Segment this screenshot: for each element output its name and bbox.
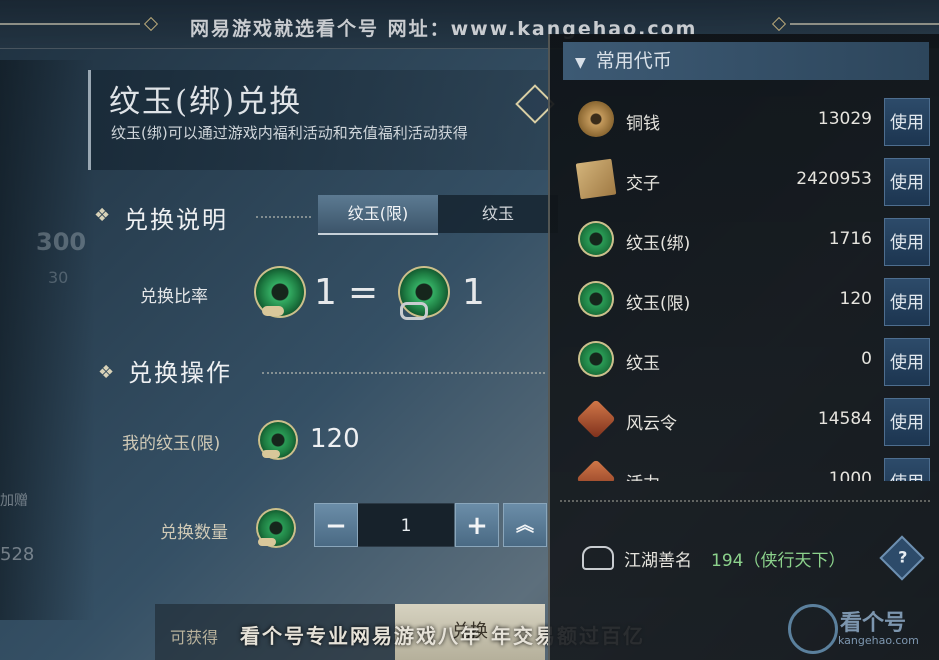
cloud-ornament-icon (258, 538, 276, 546)
background-number: 300 (36, 228, 87, 256)
use-button[interactable]: 使用 (884, 398, 930, 446)
tab-jade[interactable]: 纹玉 (438, 195, 558, 233)
ratio-equals: = (348, 272, 379, 313)
page-title: 纹玉(绑)兑换 (109, 84, 303, 120)
max-button[interactable]: ︽ (503, 503, 547, 547)
decrease-button[interactable]: − (314, 503, 358, 547)
ratio-right-value: 1 (462, 272, 485, 313)
obtainable-label: 可获得 (170, 628, 219, 647)
currency-name: 交子 (626, 174, 660, 194)
section-diamond-icon: ❖ (98, 362, 115, 383)
triangle-down-icon: ▼ (575, 55, 586, 71)
currency-name: 活力 (626, 469, 660, 481)
ratio-label: 兑换比率 (140, 287, 208, 307)
currency-value: 0 (861, 349, 872, 369)
jianghu-reputation-label: 江湖善名 (624, 551, 692, 571)
left-background-shade (0, 60, 95, 620)
banner-ornament-left (0, 23, 140, 25)
tab-limited-jade[interactable]: 纹玉(限) (318, 195, 438, 235)
watermark-eye-icon (788, 604, 838, 654)
currency-value: 120 (839, 289, 872, 309)
currency-row: 纹玉(绑) 1716 使用 (570, 213, 930, 269)
diamond-ornament-icon (143, 16, 159, 32)
use-button[interactable]: 使用 (884, 218, 930, 266)
section-diamond-icon: ❖ (94, 205, 111, 226)
currency-value: 14584 (817, 409, 872, 429)
bound-jade-icon (578, 221, 614, 257)
title-block: 纹玉(绑)兑换 纹玉(绑)可以通过游戏内福利活动和充值福利活动获得 (88, 70, 551, 170)
page-subtitle: 纹玉(绑)可以通过游戏内福利活动和充值福利活动获得 (111, 124, 468, 142)
currency-name: 风云令 (626, 414, 677, 434)
jianghu-reputation-value: 194（侠行天下） (711, 551, 846, 571)
watermark-url: kangehao.com (838, 634, 919, 647)
currency-row: 活力 1000 使用 (570, 453, 930, 481)
currency-name: 纹玉(限) (626, 294, 691, 314)
currency-row: 风云令 14584 使用 (570, 393, 930, 449)
currency-name: 铜钱 (626, 114, 660, 134)
limited-jade-icon (578, 281, 614, 317)
currency-value: 1716 (828, 229, 872, 249)
use-button[interactable]: 使用 (884, 158, 930, 206)
vitality-icon (576, 459, 616, 481)
panel-divider (560, 500, 930, 502)
section-title-rules: 兑换说明 (124, 206, 228, 234)
currency-value: 13029 (817, 109, 872, 129)
mask-icon (582, 546, 614, 570)
cloud-ornament-icon (262, 450, 280, 458)
currency-name: 纹玉(绑) (626, 234, 691, 254)
currency-value: 2420953 (796, 169, 872, 189)
section-divider (256, 216, 311, 218)
use-button[interactable]: 使用 (884, 278, 930, 326)
chain-icon (400, 302, 428, 320)
background-number-small: 30 (48, 268, 69, 287)
diamond-ornament-icon (771, 16, 787, 32)
currency-row: 纹玉(限) 120 使用 (570, 273, 930, 329)
quantity-input[interactable]: 1 (358, 503, 454, 547)
cloud-ornament-icon (262, 306, 284, 316)
section-divider (262, 372, 545, 374)
background-number-bottom: 528 (0, 544, 35, 565)
my-jade-value: 120 (310, 424, 360, 454)
currency-name: 纹玉 (626, 354, 660, 374)
background-label: 加赠 (0, 493, 28, 509)
quantity-label: 兑换数量 (160, 523, 228, 543)
section-title-operate: 兑换操作 (128, 359, 232, 387)
currency-panel-header[interactable]: ▼ 常用代币 (563, 42, 929, 80)
ratio-left-value: 1 (314, 272, 337, 313)
use-button[interactable]: 使用 (884, 458, 930, 481)
my-jade-label: 我的纹玉(限) (122, 434, 221, 454)
increase-button[interactable]: + (455, 503, 499, 547)
banner-ornament-right (790, 23, 939, 25)
watermark-brand: 看个号 (840, 611, 907, 636)
currency-row: 纹玉 0 使用 (570, 333, 930, 389)
copper-coin-icon (578, 101, 614, 137)
jade-icon (578, 341, 614, 377)
question-icon: ? (898, 547, 908, 567)
currency-row: 铜钱 13029 使用 (570, 93, 930, 149)
currency-row: 交子 2420953 使用 (570, 153, 930, 209)
currency-panel-title: 常用代币 (595, 50, 672, 72)
paper-note-icon (575, 158, 617, 200)
use-button[interactable]: 使用 (884, 338, 930, 386)
fengyun-token-icon (576, 399, 616, 439)
use-button[interactable]: 使用 (884, 98, 930, 146)
currency-value: 1000 (828, 469, 872, 481)
